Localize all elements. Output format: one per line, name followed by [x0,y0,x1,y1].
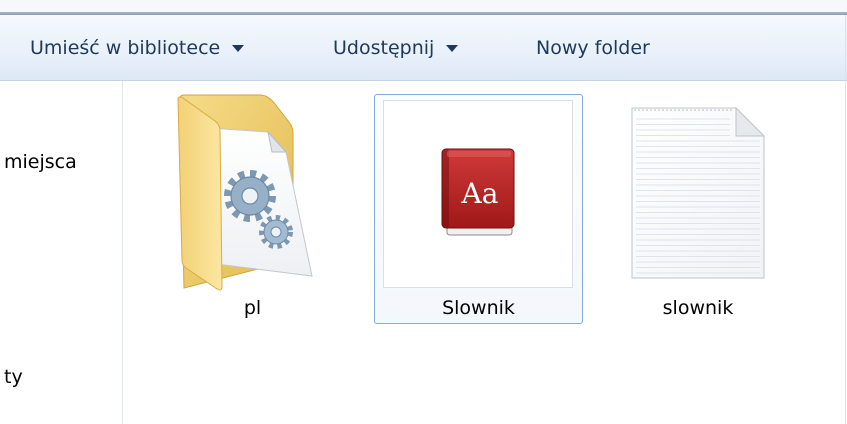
book-icon-text: Aa [461,177,499,210]
window-frame-top [0,0,847,12]
file-item-folder[interactable]: pl [170,92,335,324]
chevron-down-icon [232,45,245,52]
text-document-icon [631,106,766,279]
dictionary-book-icon: Aa [441,148,515,236]
folder-with-gears-icon [177,94,313,291]
include-in-library-label: Umieść w bibliotece [30,36,221,59]
nav-item-documents[interactable]: ty [4,366,23,388]
share-button[interactable]: Udostępnij [333,15,459,80]
nav-item-places[interactable]: miejsca [4,151,77,173]
nav-item-label: ty [4,366,23,388]
nav-item-label: miejsca [4,151,77,173]
explorer-window: Umieść w bibliotece Udostępnij Nowy fold… [0,0,847,424]
file-item-selected[interactable]: Aa Slownik [374,94,583,324]
file-name: pl [243,297,262,319]
new-folder-button[interactable]: Nowy folder [536,15,650,80]
chevron-down-icon [446,45,459,52]
command-bar: Umieść w bibliotece Udostępnij Nowy fold… [0,15,847,81]
navigation-pane: miejsca ty [0,81,123,424]
new-folder-label: Nowy folder [536,36,650,59]
file-name: Slownik [442,297,515,319]
file-name: slownik [662,297,734,319]
file-item-text-document[interactable]: slownik [615,92,781,324]
window-frame-right [845,15,846,424]
share-label: Udostępnij [333,36,435,59]
gear-icon [224,170,276,222]
include-in-library-button[interactable]: Umieść w bibliotece [30,15,245,80]
